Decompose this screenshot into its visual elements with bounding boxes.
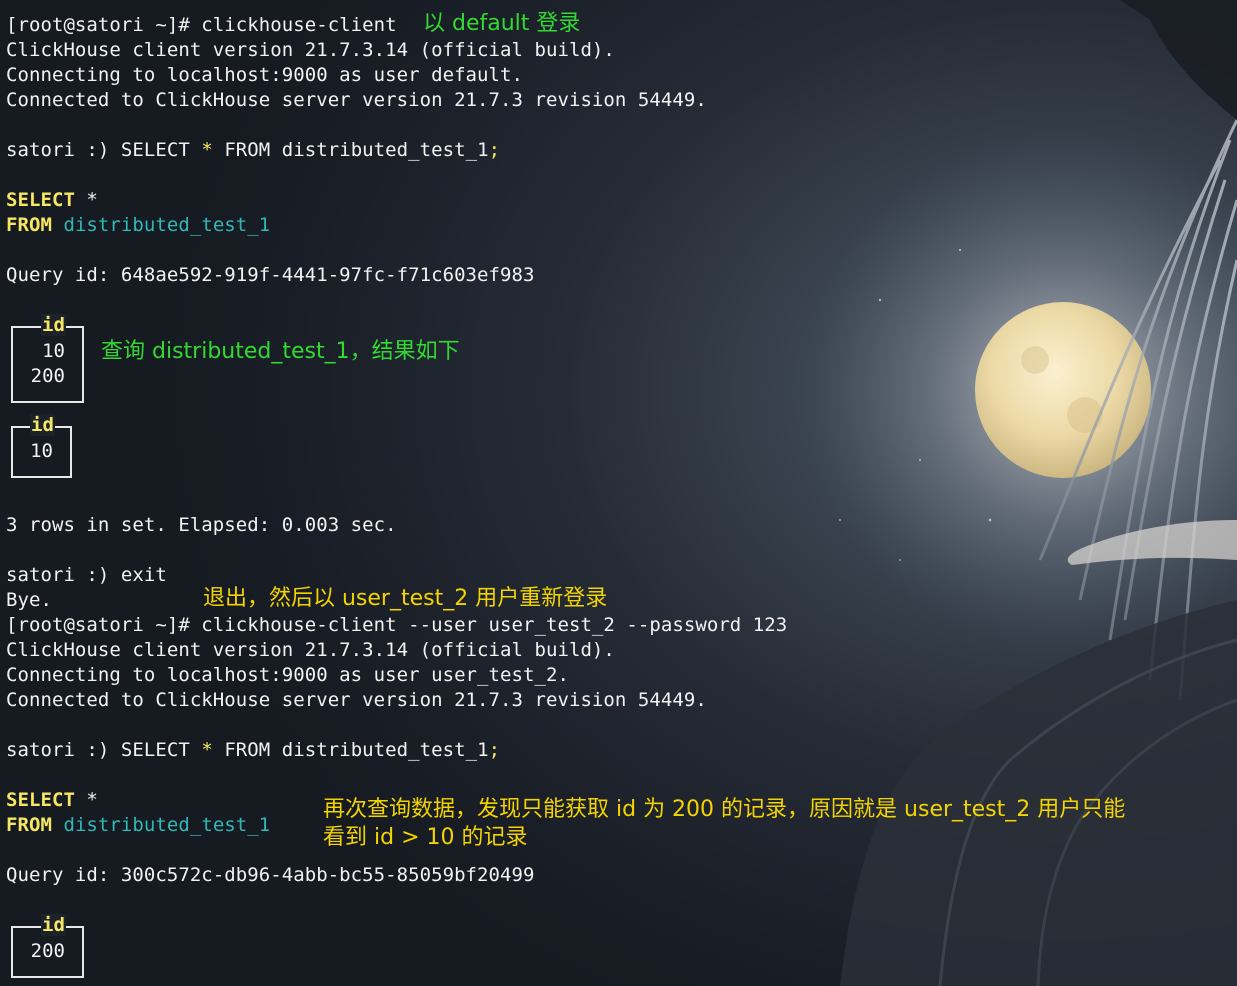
result-cell: 10	[42, 340, 65, 362]
result-table-block: id 200	[11, 914, 84, 978]
client-version-line: ClickHouse client version 21.7.3.14 (off…	[6, 639, 615, 661]
formatted-from-line: FROM distributed_test_1	[6, 814, 271, 836]
query-command-line: satori :) SELECT * FROM distributed_test…	[6, 139, 501, 161]
result-cell: 10	[30, 440, 53, 462]
annotation-query-result: 查询 distributed_test_1，结果如下	[101, 339, 460, 364]
connecting-line: Connecting to localhost:9000 as user use…	[6, 664, 569, 686]
query-command-line: satori :) SELECT * FROM distributed_test…	[6, 739, 501, 761]
terminal-output: [root@satori ~]# clickhouse-client 以 def…	[0, 0, 1237, 986]
formatted-from-line: FROM distributed_test_1	[6, 214, 271, 236]
annotation-explanation-line1: 再次查询数据，发现只能获取 id 为 200 的记录，原因就是 user_tes…	[323, 797, 1126, 822]
connected-line: Connected to ClickHouse server version 2…	[6, 689, 707, 711]
login-command-line: [root@satori ~]# clickhouse-client	[6, 14, 397, 36]
query-id-line: Query id: 648ae592-919f-4441-97fc-f71c60…	[6, 264, 535, 286]
exit-command-line: satori :) exit	[6, 564, 167, 586]
result-table-block: id 10	[11, 414, 72, 478]
result-cell: 200	[30, 940, 65, 962]
result-table-block: id 10 200	[11, 314, 84, 403]
connecting-line: Connecting to localhost:9000 as user def…	[6, 64, 524, 86]
connected-line: Connected to ClickHouse server version 2…	[6, 89, 707, 111]
rows-elapsed-line: 3 rows in set. Elapsed: 0.003 sec.	[6, 514, 397, 536]
result-cell: 200	[30, 365, 65, 387]
formatted-select-line: SELECT *	[6, 789, 98, 811]
formatted-select-line: SELECT *	[6, 189, 98, 211]
client-version-line: ClickHouse client version 21.7.3.14 (off…	[6, 39, 615, 61]
query-id-line: Query id: 300c572c-db96-4abb-bc55-85059b…	[6, 864, 535, 886]
annotation-login-default: 以 default 登录	[423, 11, 581, 36]
result-column-header: id	[30, 414, 55, 436]
result-column-header: id	[41, 914, 66, 936]
annotation-explanation-line2: 看到 id > 10 的记录	[323, 825, 528, 850]
result-column-header: id	[41, 314, 66, 336]
annotation-relogin: 退出，然后以 user_test_2 用户重新登录	[203, 586, 608, 611]
login-command-line: [root@satori ~]# clickhouse-client --use…	[6, 614, 788, 636]
bye-line: Bye.	[6, 589, 52, 611]
